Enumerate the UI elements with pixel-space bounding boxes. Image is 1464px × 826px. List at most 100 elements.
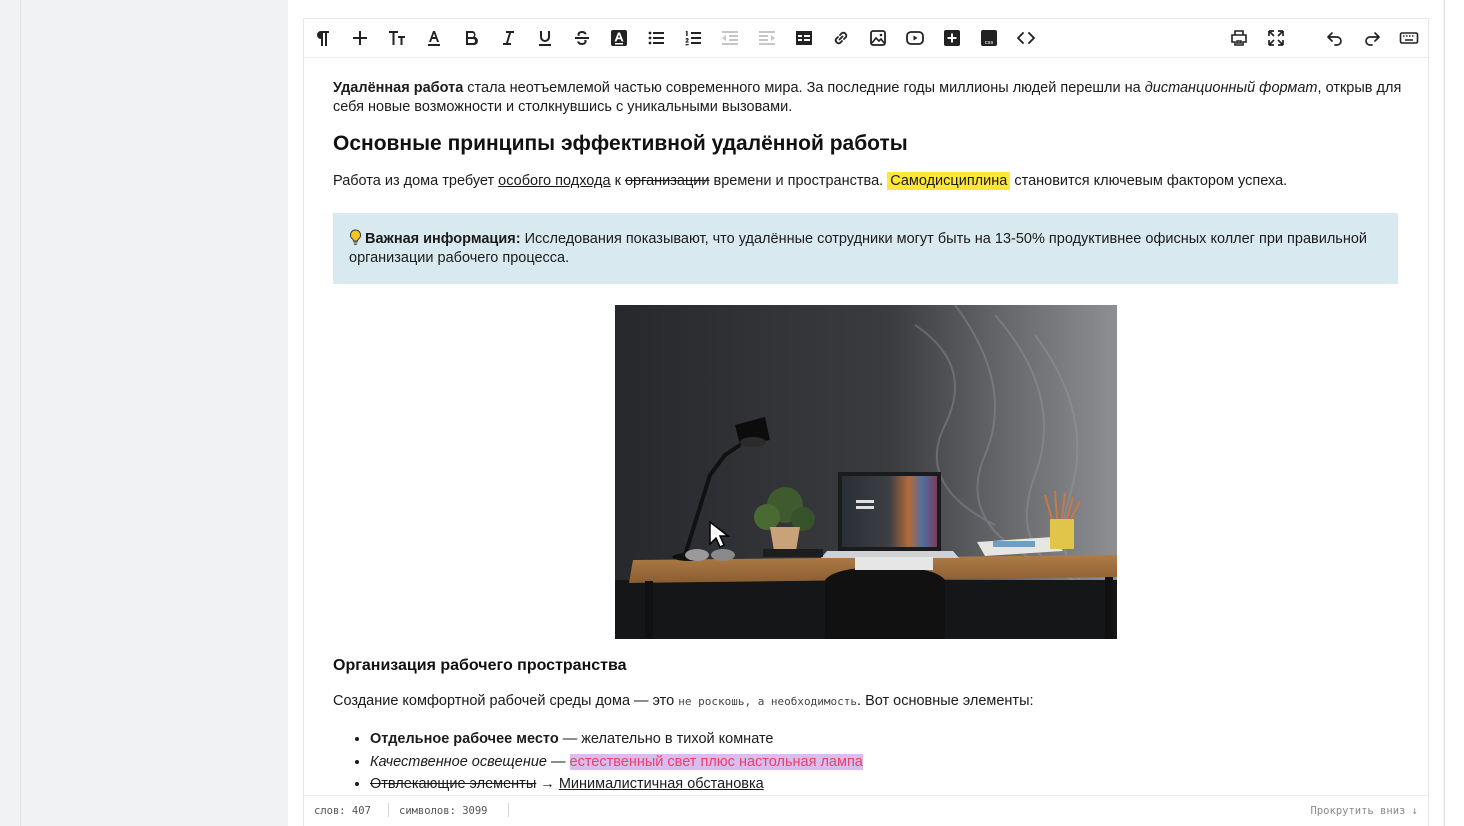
bold-icon (466, 31, 478, 46)
fullscreen-icon (1268, 30, 1284, 46)
bullet-list-icon (648, 31, 664, 45)
list-item-arrow: → (536, 776, 559, 792)
numbered-list-icon (685, 31, 701, 46)
bullet-list-button[interactable] (643, 25, 669, 51)
redo-icon (1365, 32, 1380, 46)
keyboard-button[interactable] (1396, 25, 1422, 51)
para3-text-1: Создание комфортной рабочей среды дома —… (333, 693, 679, 709)
code-icon (1017, 32, 1035, 44)
paragraph-3: Создание комфортной рабочей среды дома —… (333, 692, 1403, 711)
source-code-button[interactable] (1013, 25, 1039, 51)
svg-text:css: css (985, 40, 994, 46)
video-icon (906, 31, 924, 45)
editor-wrapper: css Удалённая работа стала неотъемлемой … (288, 0, 1443, 826)
paragraph-button[interactable] (310, 25, 336, 51)
css-button[interactable]: css (976, 25, 1002, 51)
link-button[interactable] (828, 25, 854, 51)
para2-text-3: времени и пространства. (709, 173, 888, 189)
css-icon: css (981, 30, 997, 46)
list-item-underline: Минималистичная обстановка (558, 776, 764, 792)
word-count: слов: 407 (314, 805, 371, 817)
lightbulb-icon (350, 229, 361, 246)
table-button[interactable] (791, 25, 817, 51)
intro-bold: Удалённая работа (333, 80, 464, 96)
outdent-icon (722, 31, 738, 45)
para2-strike: организации (624, 173, 710, 189)
link-icon (834, 31, 848, 45)
italic-button[interactable] (495, 25, 521, 51)
bold-button[interactable] (458, 25, 484, 51)
info-callout: Важная информация: Исследования показыва… (333, 213, 1398, 284)
para2-text-4: становится ключевым фактором успеха. (1010, 173, 1288, 189)
info-label: Важная информация: (365, 231, 521, 247)
editor-content[interactable]: Удалённая работа стала неотъемлемой част… (304, 58, 1428, 795)
numbered-list-button[interactable] (680, 25, 706, 51)
para2-highlight: Самодисциплина (887, 172, 1011, 190)
strikethrough-button[interactable] (569, 25, 595, 51)
underline-icon (539, 31, 551, 46)
intro-paragraph: Удалённая работа стала неотъемлемой част… (333, 79, 1403, 117)
desk-photo[interactable] (615, 305, 1117, 639)
indent-icon (759, 31, 775, 45)
para3-text-2: . Вот основные элементы: (857, 693, 1034, 709)
font-color-button[interactable] (421, 25, 447, 51)
editor-toolbar: css (304, 19, 1428, 58)
editor-statusbar: слов: 407 символов: 3099 Прокрутить вниз… (304, 795, 1428, 826)
keyboard-icon (1399, 32, 1419, 44)
list-item: Отвлекающие элементы → Минималистичная о… (370, 773, 1370, 795)
highlight-icon (611, 30, 627, 46)
list-item: Качественное освещение — естественный св… (370, 751, 1370, 774)
subheading-workspace: Организация рабочего пространства (333, 657, 627, 674)
outdent-button[interactable] (717, 25, 743, 51)
intro-italic: дистанционный формат (1144, 80, 1318, 96)
video-button[interactable] (902, 25, 928, 51)
heading-main: Основные принципы эффективной удалённой … (333, 132, 908, 155)
list-item-italic: Качественное освещение (370, 753, 547, 770)
image-button[interactable] (865, 25, 891, 51)
font-size-icon (389, 31, 405, 45)
fullscreen-button[interactable] (1263, 25, 1289, 51)
right-scroll-strip (1444, 0, 1464, 826)
font-color-icon (428, 31, 440, 46)
strikethrough-icon (575, 31, 589, 45)
insert-button[interactable] (347, 25, 373, 51)
image-icon (870, 30, 886, 46)
table-icon (796, 31, 812, 45)
workspace-list: Отдельное рабочее место — желательно в т… (333, 728, 1370, 795)
paragraph-2: Работа из дома требует особого подхода к… (333, 172, 1403, 191)
list-item-dash: — (546, 753, 570, 770)
plus-icon (353, 31, 367, 45)
list-item-text: — желательно в тихой комнате (558, 731, 774, 747)
italic-icon (503, 31, 514, 45)
status-divider (508, 803, 509, 817)
undo-icon (1327, 32, 1342, 46)
desk-scene-image (615, 305, 1117, 639)
scroll-down-link[interactable]: Прокрутить вниз ↓ (1311, 805, 1418, 817)
list-item-strike: Отвлекающие элементы (370, 776, 537, 792)
list-item-highlight: естественный свет плюс настольная лампа (569, 753, 863, 770)
undo-button[interactable] (1322, 25, 1348, 51)
intro-text-1: стала неотъемлемой частью современного м… (463, 80, 1145, 96)
list-item: Отдельное рабочее место — желательно в т… (370, 728, 1370, 751)
add-block-icon (944, 30, 960, 46)
info-callout-text: Важная информация: Исследования показыва… (349, 229, 1379, 268)
left-panel (20, 0, 289, 826)
list-item-bold: Отдельное рабочее место (370, 731, 559, 747)
rich-text-editor: css Удалённая работа стала неотъемлемой … (303, 18, 1429, 826)
font-size-button[interactable] (384, 25, 410, 51)
status-divider (388, 803, 389, 817)
print-button[interactable] (1226, 25, 1252, 51)
print-icon (1231, 30, 1247, 46)
underline-button[interactable] (532, 25, 558, 51)
mouse-pointer-icon (709, 520, 731, 549)
add-block-button[interactable] (939, 25, 965, 51)
para2-text-2: к (610, 173, 625, 189)
paragraph-icon (317, 31, 329, 46)
para2-text-1: Работа из дома требует (333, 173, 499, 189)
para3-code: не роскошь, а необходимость (678, 695, 858, 708)
indent-button[interactable] (754, 25, 780, 51)
highlight-button[interactable] (606, 25, 632, 51)
char-count: символов: 3099 (399, 805, 488, 817)
redo-button[interactable] (1359, 25, 1385, 51)
para2-underline: особого подхода (498, 173, 611, 189)
